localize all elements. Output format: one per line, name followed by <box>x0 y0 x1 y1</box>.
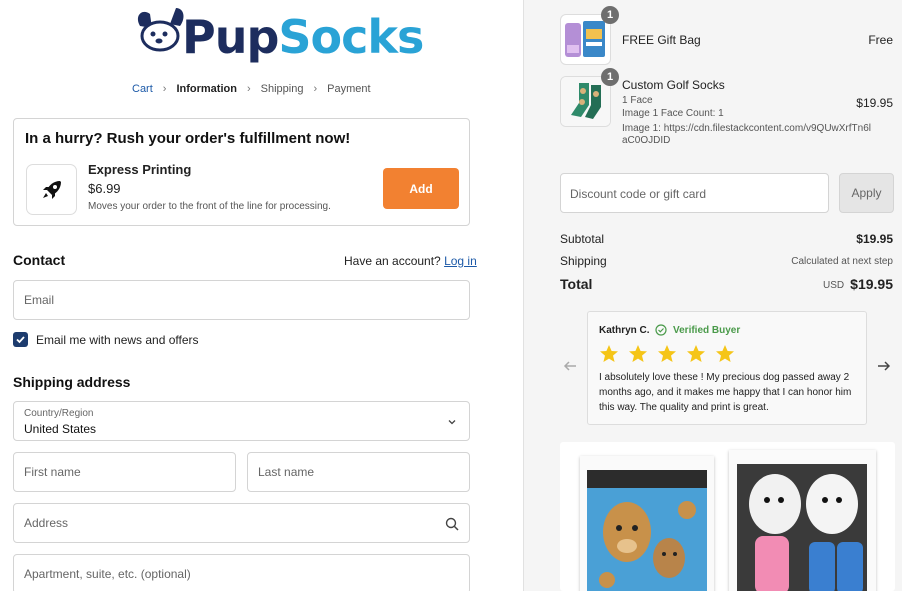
chevron-down-icon <box>448 420 456 425</box>
chevron-right-icon: › <box>313 83 318 95</box>
arrow-right-icon[interactable] <box>876 358 892 374</box>
customer-photos <box>560 442 895 591</box>
review-author: Kathryn C. <box>599 325 650 336</box>
star-icon <box>629 345 647 362</box>
golf-socks-thumbnail: 1 <box>560 68 619 127</box>
dogs-socks-photo <box>737 464 867 591</box>
newsletter-label: Email me with news and offers <box>36 333 199 347</box>
express-printing-price: $6.99 <box>88 181 121 196</box>
verified-label: Verified Buyer <box>673 324 741 336</box>
rush-title: In a hurry? Rush your order's fulfillmen… <box>25 130 351 147</box>
newsletter-checkbox[interactable] <box>13 332 28 347</box>
address-field[interactable]: Address <box>13 503 470 543</box>
apply-discount-button[interactable]: Apply <box>839 173 894 213</box>
first-name-placeholder: First name <box>24 465 81 479</box>
shipping-address-title: Shipping address <box>13 374 131 390</box>
breadcrumb: Cart › Information › Shipping › Payment <box>132 83 371 95</box>
email-placeholder: Email <box>24 293 55 307</box>
country-select[interactable]: Country/Region United States <box>13 401 470 441</box>
arrow-left-icon[interactable] <box>562 358 578 374</box>
quantity-badge: 1 <box>601 68 619 86</box>
country-value: United States <box>24 422 97 436</box>
account-prompt: Have an account? Log in <box>344 254 477 268</box>
shipping-label: Shipping <box>560 254 607 268</box>
login-link[interactable]: Log in <box>444 254 477 268</box>
golf-socks-image-icon <box>561 77 610 126</box>
total-currency: USD <box>823 280 845 291</box>
express-printing-thumbnail <box>26 164 77 215</box>
express-printing-description: Moves your order to the front of the lin… <box>88 201 331 212</box>
review-card: Kathryn C. Verified Buyer I absolutely l… <box>587 311 867 425</box>
star-icon <box>716 345 734 362</box>
star-icon <box>600 345 618 362</box>
golf-socks-price: $19.95 <box>856 96 893 110</box>
total-label: Total <box>560 276 593 292</box>
subtotal-value: $19.95 <box>856 232 893 246</box>
star-icon <box>687 345 705 362</box>
gift-bag-name: FREE Gift Bag <box>622 33 701 47</box>
shipping-value: Calculated at next step <box>791 256 893 267</box>
golf-socks-option-face: 1 Face <box>622 95 653 106</box>
apartment-placeholder: Apartment, suite, etc. (optional) <box>24 567 191 581</box>
brand-logo[interactable]: PupSocks <box>132 4 424 70</box>
account-prompt-text: Have an account? <box>344 254 441 268</box>
chevron-right-icon: › <box>162 83 167 95</box>
contact-title: Contact <box>13 252 66 268</box>
review-stars <box>599 344 744 364</box>
first-name-field[interactable]: First name <box>13 452 236 492</box>
subtotal-label: Subtotal <box>560 232 605 246</box>
golf-socks-option-count: Image 1 Face Count: 1 <box>622 108 724 119</box>
golf-socks-option-image-url: Image 1: https://cdn.filestackcontent.co… <box>622 123 871 146</box>
customer-photo-2[interactable] <box>729 450 876 591</box>
quantity-badge: 1 <box>601 6 619 24</box>
breadcrumb-payment: Payment <box>327 83 371 95</box>
email-field[interactable]: Email <box>13 280 470 320</box>
review-text: I absolutely love these ! My precious do… <box>599 372 852 413</box>
customer-photo-1[interactable] <box>580 456 714 591</box>
total-value: $19.95 <box>850 276 893 292</box>
golf-socks-name: Custom Golf Socks <box>622 78 725 92</box>
last-name-placeholder: Last name <box>258 465 315 479</box>
breadcrumb-information: Information <box>176 83 237 95</box>
dog-logo-icon <box>137 8 184 52</box>
check-circle-icon <box>655 324 667 336</box>
gift-bag-image-icon <box>565 21 605 57</box>
apartment-field[interactable]: Apartment, suite, etc. (optional) <box>13 554 470 591</box>
order-summary-column: 1 FREE Gift Bag Free 1 Custom Golf Socks… <box>523 0 902 591</box>
discount-placeholder: Discount code or gift card <box>570 187 707 201</box>
brand-wordmark: PupSocks <box>182 10 424 64</box>
search-icon <box>445 517 459 531</box>
check-icon <box>16 336 25 344</box>
country-label: Country/Region <box>24 408 94 419</box>
express-printing-title: Express Printing <box>88 162 192 177</box>
discount-code-field[interactable]: Discount code or gift card <box>560 173 829 213</box>
star-icon <box>658 345 676 362</box>
dog-blanket-photo <box>587 470 707 591</box>
checkout-form-column: PupSocks Cart › Information › Shipping ›… <box>0 0 523 591</box>
verified-badge: Verified Buyer <box>655 324 740 336</box>
gift-bag-thumbnail: 1 <box>560 6 619 65</box>
add-express-printing-button[interactable]: Add <box>383 168 459 209</box>
chevron-right-icon: › <box>246 83 251 95</box>
address-placeholder: Address <box>24 516 69 530</box>
brand-name-part2: Socks <box>278 10 424 64</box>
breadcrumb-shipping: Shipping <box>260 83 304 95</box>
breadcrumb-cart[interactable]: Cart <box>132 83 153 95</box>
brand-name-part1: Pup <box>182 10 279 64</box>
rush-upsell-card: In a hurry? Rush your order's fulfillmen… <box>13 118 470 226</box>
last-name-field[interactable]: Last name <box>247 452 470 492</box>
gift-bag-price: Free <box>868 33 893 47</box>
rocket-icon <box>42 180 61 199</box>
